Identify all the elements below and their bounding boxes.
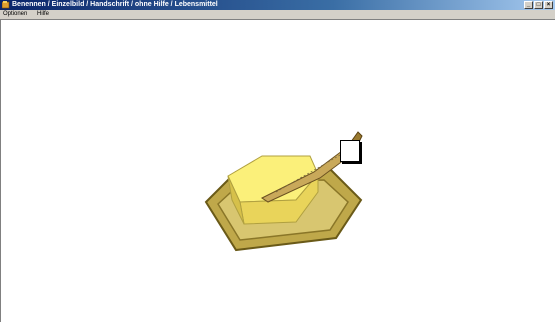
minimize-icon[interactable]: _	[524, 1, 533, 9]
app-icon	[2, 1, 10, 9]
menu-optionen[interactable]: Optionen	[3, 10, 27, 19]
menu-bar: Optionen Hilfe	[0, 10, 555, 20]
stimulus-canvas	[0, 20, 555, 322]
close-icon[interactable]: ×	[544, 1, 553, 9]
maximize-icon[interactable]: □	[534, 1, 543, 9]
handwriting-answer-box[interactable]	[340, 140, 360, 162]
title-bar[interactable]: Benennen / Einzelbild / Handschrift / oh…	[0, 0, 555, 10]
menu-hilfe[interactable]: Hilfe	[37, 10, 49, 19]
window-title: Benennen / Einzelbild / Handschrift / oh…	[12, 1, 218, 8]
window-controls: _ □ ×	[524, 1, 553, 9]
